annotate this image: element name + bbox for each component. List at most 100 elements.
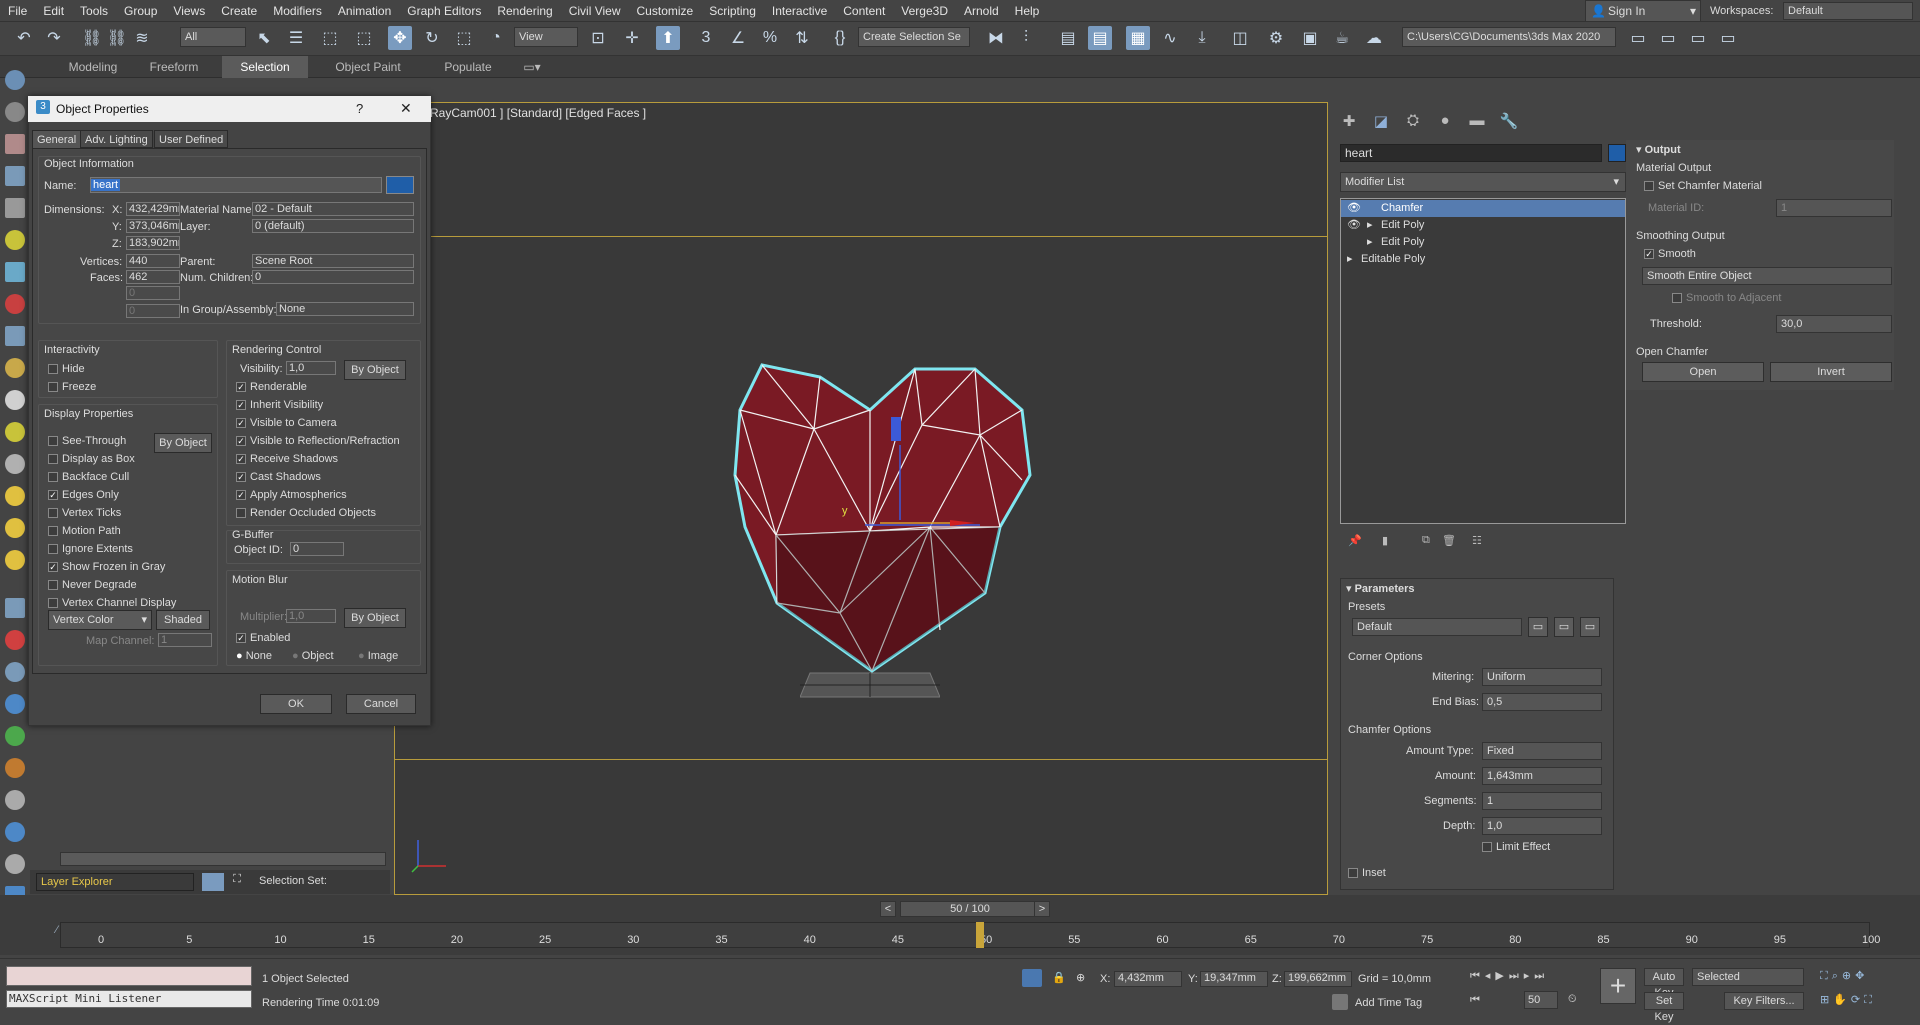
modifier-list-dropdown[interactable]: Modifier List ▾ [1340, 172, 1626, 192]
pivot-center-icon[interactable]: ⊡ [586, 26, 610, 50]
pin-stack-icon[interactable]: 📌 [1348, 534, 1362, 547]
output-title[interactable]: ▾ Output [1636, 143, 1681, 156]
load-preset-icon[interactable]: ▭ [1528, 617, 1548, 637]
place-icon[interactable]: ◔ [484, 26, 508, 50]
absolute-mode-icon[interactable]: ⊕ [1076, 971, 1085, 984]
name-input[interactable]: heart [90, 177, 382, 193]
reference-coordinate-dropdown[interactable]: View [514, 27, 578, 47]
material-id-spinner[interactable]: 1 [1776, 199, 1892, 217]
tab-general[interactable]: General [32, 130, 82, 148]
render-occluded-checkbox[interactable]: Render Occluded Objects [236, 507, 376, 519]
menu-tools[interactable]: Tools [72, 0, 116, 22]
backface-cull-checkbox[interactable]: Backface Cull [48, 471, 129, 483]
select-move-icon[interactable]: ✥ [388, 26, 412, 50]
sync-selection-icon[interactable] [5, 822, 25, 842]
filter-invert-icon[interactable] [5, 694, 25, 714]
bind-spacewarp-icon[interactable]: ≋ [130, 26, 154, 50]
prev-frame-icon[interactable]: < [880, 901, 896, 917]
stack-item-chamfer[interactable]: 👁 Chamfer [1341, 200, 1625, 217]
close-button[interactable]: ✕ [400, 100, 412, 117]
set-key-plus-icon[interactable]: + [1600, 968, 1636, 1004]
never-degrade-checkbox[interactable]: Never Degrade [48, 579, 137, 591]
make-unique-icon[interactable]: ⧉ [1422, 534, 1430, 547]
menu-interactive[interactable]: Interactive [764, 0, 835, 22]
map-channel-spinner[interactable]: 1 [158, 633, 212, 647]
project-icon[interactable]: ▭ [1626, 26, 1650, 50]
renderable-checkbox[interactable]: ✓ Renderable [236, 381, 307, 393]
filter-all-icon[interactable] [5, 630, 25, 650]
menu-verge3d[interactable]: Verge3D [893, 0, 956, 22]
key-filters-button[interactable]: Key Filters... [1724, 992, 1804, 1010]
stack-item-edit-poly-2[interactable]: ▸ Edit Poly [1341, 234, 1625, 251]
menu-edit[interactable]: Edit [35, 0, 72, 22]
eye-icon[interactable]: 👁 [1347, 200, 1361, 217]
viewport-label[interactable]: RayCam001 ] [Standard] [Edged Faces ] [430, 106, 646, 120]
workspaces-dropdown[interactable]: Default [1783, 2, 1913, 20]
modify-tab-icon[interactable]: ◪ [1370, 112, 1392, 134]
amount-spinner[interactable]: 1,643mm [1482, 767, 1602, 785]
stack-item-editable-poly[interactable]: ▸ Editable Poly [1341, 251, 1625, 268]
time-slider[interactable]: 50 / 100 [900, 901, 1040, 917]
smooth-to-adjacent-checkbox[interactable]: Smooth to Adjacent [1672, 292, 1781, 304]
next-frame-icon[interactable]: > [1034, 901, 1050, 917]
cancel-button[interactable]: Cancel [346, 694, 416, 714]
scene-explorer-scrollbar[interactable] [60, 852, 386, 866]
display-as-box-checkbox[interactable]: Display as Box [48, 453, 135, 465]
current-frame-field[interactable]: 50 [1524, 991, 1558, 1009]
coord-y-field[interactable]: 19,347mm [1200, 971, 1268, 987]
rendering-by-object-button[interactable]: By Object [344, 360, 406, 380]
project-open-icon[interactable]: ▭ [1656, 26, 1680, 50]
apply-atmospherics-checkbox[interactable]: ✓ Apply Atmospherics [236, 489, 347, 501]
add-time-tag[interactable]: Add Time Tag [1355, 997, 1422, 1009]
auto-key-button[interactable]: Auto Key [1644, 968, 1684, 999]
helpers-filter-icon[interactable] [5, 326, 25, 346]
create-tab-icon[interactable]: ✚ [1338, 112, 1360, 134]
see-through-checkbox[interactable]: See-Through [48, 435, 126, 447]
expand-arrow-icon[interactable]: ▸ [1347, 251, 1353, 268]
ribbon-tab-modeling[interactable]: Modeling [60, 56, 126, 78]
find-icon[interactable] [5, 758, 25, 778]
material-editor-icon[interactable]: ◫ [1228, 26, 1252, 50]
curve-editor-mini-icon[interactable]: ⁄ [56, 924, 58, 936]
heart-model[interactable]: y [680, 355, 1050, 685]
menu-content[interactable]: Content [835, 0, 893, 22]
vertex-ticks-checkbox[interactable]: Vertex Ticks [48, 507, 121, 519]
link-icon[interactable]: ⛓ [80, 26, 104, 50]
cast-shadows-checkbox[interactable]: ✓ Cast Shadows [236, 471, 321, 483]
select-object-icon[interactable]: ⬉ [252, 26, 276, 50]
unlink-icon[interactable]: ⛓ [105, 26, 129, 50]
viewport-nav-controls[interactable]: ⛶⌕⊕✥ [1820, 969, 1868, 983]
threshold-spinner[interactable]: 30,0 [1776, 315, 1892, 333]
percent-snap-icon[interactable]: % [758, 26, 782, 50]
visible-to-camera-checkbox[interactable]: ✓ Visible to Camera [236, 417, 337, 429]
spinner-snap-icon[interactable]: ⇅ [790, 26, 814, 50]
visible-to-reflection-checkbox[interactable]: ✓ Visible to Reflection/Refraction [236, 435, 400, 447]
lights-filter-icon[interactable] [5, 262, 25, 282]
sign-in-button[interactable]: 👤 Sign In ▾ [1585, 0, 1701, 22]
key-set-dropdown[interactable]: Selected [1692, 968, 1804, 986]
tab-adv-lighting[interactable]: Adv. Lighting [80, 130, 153, 148]
filter-none-icon[interactable] [5, 662, 25, 682]
ribbon-options-icon[interactable]: ▭▾ [520, 56, 544, 78]
delete-preset-icon[interactable]: ▭ [1580, 617, 1600, 637]
rendered-frame-window-icon[interactable]: ▣ [1298, 26, 1322, 50]
select-rotate-icon[interactable]: ↻ [420, 26, 444, 50]
multiplier-spinner[interactable]: 1,0 [286, 609, 336, 623]
mitering-dropdown[interactable]: Uniform [1482, 668, 1602, 686]
toggle-ribbon-icon[interactable]: ▦ [1126, 26, 1150, 50]
freeze-checkbox[interactable]: Freeze [48, 381, 96, 393]
segments-spinner[interactable]: 1 [1482, 792, 1602, 810]
smooth-checkbox[interactable]: ✓ Smooth [1644, 248, 1696, 260]
radio-image[interactable]: ● Image [358, 650, 398, 662]
menu-scripting[interactable]: Scripting [701, 0, 764, 22]
schematic-view-icon[interactable]: ⤓ [1190, 26, 1214, 50]
object-color-swatch[interactable] [1608, 144, 1626, 162]
current-frame-marker[interactable] [976, 922, 984, 948]
geometry-filter-icon[interactable] [5, 198, 25, 218]
sort-icon[interactable]: ⛶ [228, 873, 246, 891]
menu-animation[interactable]: Animation [330, 0, 399, 22]
inherit-visibility-checkbox[interactable]: ✓ Inherit Visibility [236, 399, 323, 411]
window-crossing-icon[interactable]: ⬚ [352, 26, 376, 50]
object-color-button[interactable] [386, 176, 414, 194]
display-tab-icon[interactable]: ▬ [1466, 112, 1488, 134]
